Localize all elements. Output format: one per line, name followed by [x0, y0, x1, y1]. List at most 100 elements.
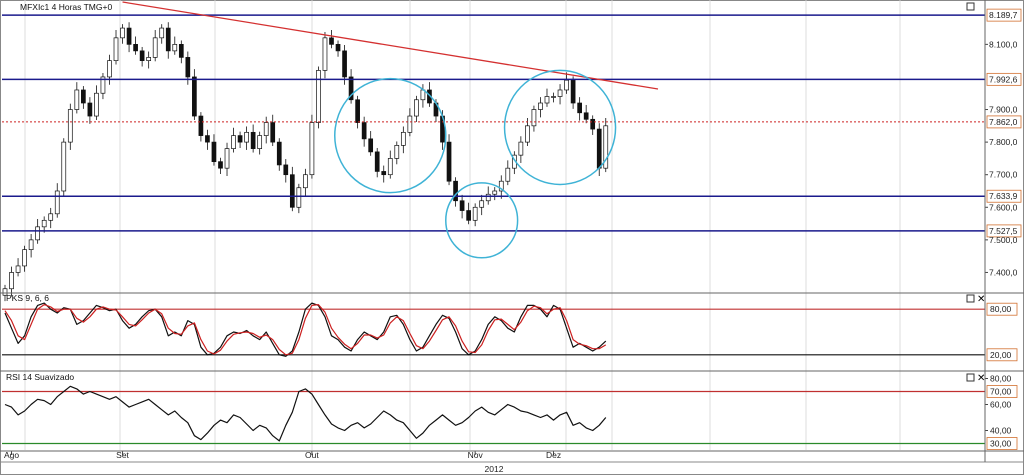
- candle-body: [113, 37, 119, 62]
- candle-body: [518, 141, 524, 156]
- candle-body: [94, 92, 99, 117]
- price-tick-label-0: 8.100,0: [989, 39, 1018, 49]
- candle-body: [472, 206, 478, 221]
- candle-body: [296, 187, 302, 208]
- candle-body: [479, 200, 485, 208]
- year-label: 2012: [485, 464, 504, 474]
- candle-body: [407, 115, 413, 133]
- candle-body: [146, 57, 152, 62]
- candle-body: [54, 190, 60, 215]
- candle-body: [446, 141, 452, 182]
- candle-body: [590, 118, 596, 130]
- candle-body: [87, 102, 93, 117]
- candle-body: [133, 44, 138, 52]
- candle-body: [9, 272, 14, 290]
- rsi-tick-label-2: 40,00: [990, 426, 1012, 436]
- candle-body: [41, 219, 47, 228]
- stochastic-level-label-0: 80,00: [990, 304, 1012, 314]
- candle-body: [28, 239, 34, 250]
- candle-body: [22, 249, 27, 267]
- candle-body: [250, 131, 256, 149]
- candle-body: [485, 193, 491, 202]
- candle-body: [257, 135, 263, 149]
- price-tick-label-5: 7.500,0: [989, 235, 1018, 245]
- candle-body: [185, 57, 191, 78]
- candle-body: [205, 135, 210, 143]
- candle-body: [67, 109, 73, 143]
- candle-body: [538, 102, 543, 110]
- candle-body: [126, 27, 132, 45]
- candle-body: [139, 50, 145, 62]
- candle-body: [15, 265, 21, 273]
- chart-canvas: MFXIc1 4 Horas TMG+0 8.189,7 7.992,6 7.862…: [0, 0, 1024, 475]
- candle-body: [303, 174, 308, 189]
- stochastic-panel-title: PKS 9, 6, 6: [6, 293, 49, 303]
- candle-body: [48, 213, 54, 221]
- candle-body: [237, 135, 243, 143]
- candle-body: [316, 70, 321, 123]
- candle-body: [152, 37, 158, 58]
- price-tick-label-4: 7.600,0: [989, 202, 1018, 212]
- candle-body: [283, 164, 289, 176]
- rsi-maximize-icon[interactable]: [966, 373, 975, 382]
- candle-body: [596, 128, 602, 169]
- rsi-tick-label-1: 60,00: [990, 400, 1012, 410]
- candle-body: [231, 135, 236, 149]
- candle-body: [329, 37, 334, 45]
- candle-body: [159, 27, 165, 39]
- level-label-0: 8.189,7: [989, 10, 1018, 20]
- level-label-3: 7.633,9: [989, 191, 1018, 201]
- candle-body: [263, 122, 269, 136]
- candle-body: [361, 122, 367, 140]
- stochastic-close-icon[interactable]: ✕: [977, 294, 985, 305]
- price-panel-title: MFXIc1 4 Horas TMG+0: [20, 2, 112, 12]
- candle-body: [342, 50, 347, 78]
- candle-body: [81, 89, 86, 104]
- candle-body: [368, 138, 374, 153]
- candle-body: [400, 131, 406, 146]
- candle-body: [192, 76, 197, 117]
- candle-body: [564, 79, 569, 91]
- maximize-icon[interactable]: [966, 2, 975, 11]
- rsi-level-label-0: 70,00: [990, 387, 1012, 397]
- stochastic-maximize-icon[interactable]: [966, 294, 975, 303]
- level-label-1: 7.992,6: [989, 74, 1018, 84]
- rsi-level-label-1: 30,00: [990, 439, 1012, 449]
- rsi-panel-title: RSI 14 Suavizado: [6, 372, 74, 382]
- candle-body: [120, 27, 125, 39]
- rsi-tick-label-0: 80,00: [990, 374, 1012, 384]
- candle-body: [492, 190, 498, 195]
- candle-body: [551, 96, 556, 98]
- rsi-close-icon[interactable]: ✕: [977, 373, 985, 384]
- candle-body: [74, 89, 80, 110]
- price-tick-label-2: 7.800,0: [989, 137, 1018, 147]
- candle-body: [172, 44, 178, 52]
- candle-body: [453, 180, 458, 202]
- candle-body: [211, 141, 217, 163]
- candle-body: [583, 112, 589, 120]
- price-tick-label-6: 7.400,0: [989, 267, 1018, 277]
- candle-body: [224, 148, 230, 169]
- stochastic-level-label-1: 20,00: [990, 350, 1012, 360]
- candle-body: [414, 99, 419, 117]
- candle-body: [531, 109, 537, 127]
- candle-body: [544, 96, 550, 104]
- candle-body: [35, 226, 41, 241]
- candle-body: [374, 151, 380, 172]
- candle-body: [577, 102, 582, 114]
- candle-body: [505, 167, 511, 182]
- candle-body: [244, 131, 249, 143]
- candle-body: [198, 115, 204, 136]
- price-tick-label-3: 7.700,0: [989, 170, 1018, 180]
- price-tick-label-1: 7.900,0: [989, 105, 1018, 115]
- candle-body: [557, 89, 563, 97]
- candle-body: [466, 210, 471, 221]
- candle-body: [289, 174, 295, 208]
- candle-body: [459, 200, 465, 211]
- candle-body: [387, 158, 393, 176]
- candle-body: [381, 171, 387, 176]
- candle-body: [276, 141, 282, 166]
- candle-body: [270, 122, 276, 143]
- candle-body: [570, 79, 576, 104]
- candle-body: [322, 37, 328, 71]
